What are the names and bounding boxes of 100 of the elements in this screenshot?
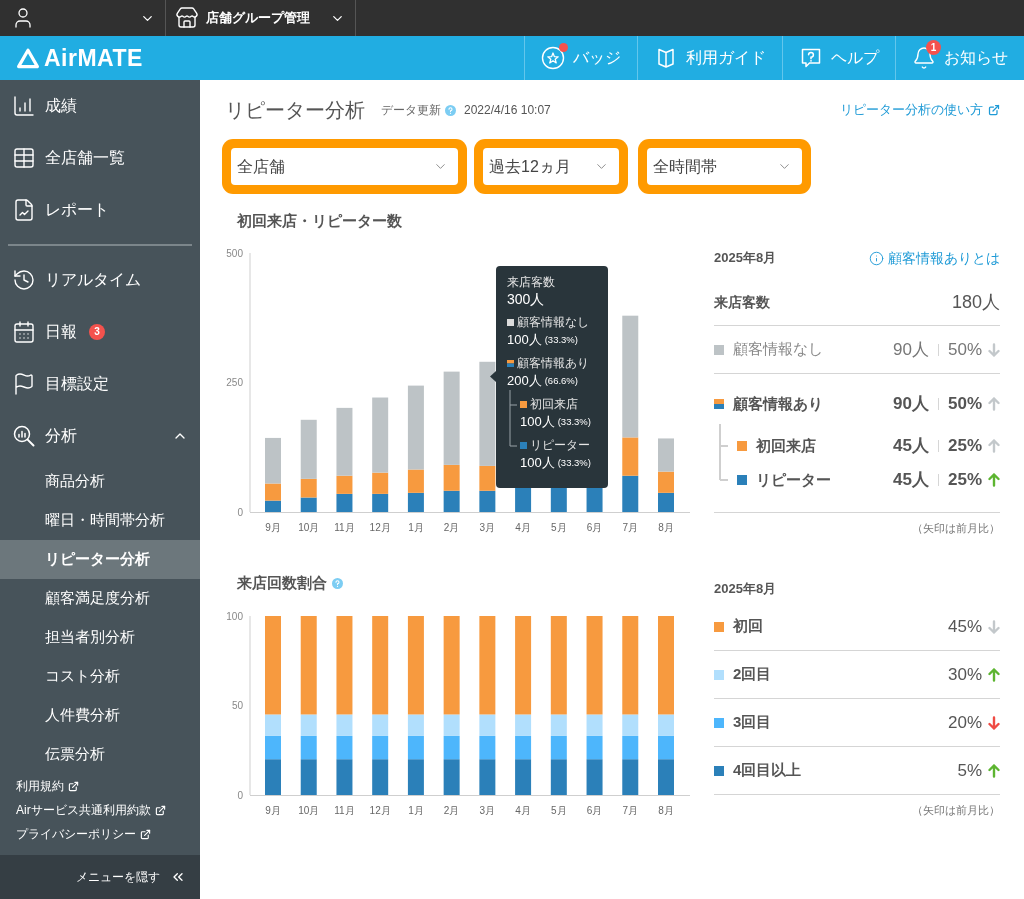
footer-link[interactable]: プライバシーポリシー <box>16 822 151 846</box>
tick-label: 6月 <box>586 522 603 533</box>
sidebar-item[interactable]: 日報 3 <box>0 306 200 358</box>
filter-dropdown[interactable]: 全時間帯 <box>647 148 802 185</box>
sidebar-item[interactable]: 目標設定 <box>0 358 200 410</box>
filter-dropdown[interactable]: 全店舗 <box>231 148 458 185</box>
tick-label: 11月 <box>334 522 355 533</box>
tooltip-label: 顧客情報あり <box>517 356 589 371</box>
bar-segment <box>622 475 639 512</box>
sidebar-subitem[interactable]: リピーター分析 <box>0 540 200 579</box>
tooltip-share: (33.3%) <box>544 333 578 347</box>
tooltip-label: 初回来店 <box>530 397 578 412</box>
sidebar-subitem[interactable]: 伝票分析 <box>0 735 200 774</box>
row-label: 顧客情報なし <box>733 339 823 360</box>
tick-label: 4月 <box>515 805 531 815</box>
tick-label: 0 <box>237 789 243 801</box>
tooltip-share: (66.6%) <box>544 374 578 388</box>
sidebar-subitem[interactable]: 人件費分析 <box>0 696 200 735</box>
share-value: 5% <box>957 759 982 782</box>
tick-label: 50 <box>231 700 243 711</box>
tick-label: 7月 <box>622 522 639 533</box>
tick-label: 3月 <box>479 522 496 533</box>
help-icon[interactable] <box>445 104 456 116</box>
tick-label: 0 <box>237 506 243 518</box>
update-label: データ更新 <box>381 102 441 119</box>
tick-label: 2月 <box>443 805 460 815</box>
tooltip-share: (33.3%) <box>557 415 591 429</box>
sidebar-subitem[interactable]: 顧客満足度分析 <box>0 579 200 618</box>
tick-label: 12月 <box>369 522 391 533</box>
row-label: 3回目 <box>733 712 772 733</box>
share-value: 30% <box>947 663 982 686</box>
sidebar-item[interactable]: リアルタイム <box>0 254 200 306</box>
tick-label: 10月 <box>298 805 320 815</box>
sidebar-item[interactable]: 分析 <box>0 410 200 462</box>
bar-chart-icon <box>12 94 36 118</box>
external-link-icon <box>988 104 1000 116</box>
tick-label: 11月 <box>334 805 355 815</box>
tooltip-value: 100人 <box>520 413 555 431</box>
row-label: 初回来店 <box>756 435 816 456</box>
bar-segment <box>550 486 567 512</box>
sidebar-subitem[interactable]: 商品分析 <box>0 462 200 501</box>
tick-label: 6月 <box>586 805 603 815</box>
sidebar-item[interactable]: 全店舗一覧 <box>0 132 200 184</box>
tick-label: 7月 <box>622 805 639 815</box>
magnifier-chart-icon <box>12 424 36 448</box>
store-icon <box>175 6 199 30</box>
tick-label: 1月 <box>408 522 424 533</box>
notification-badge: 1 <box>926 40 941 55</box>
logo-triangle-icon <box>16 47 40 69</box>
count-badge: 3 <box>89 324 105 340</box>
count-value: 90人 <box>893 393 929 416</box>
tick-label: 3月 <box>479 805 496 815</box>
footer-link[interactable]: Airサービス共通利用約款 <box>16 798 166 822</box>
sidebar-item[interactable]: レポート <box>0 184 200 236</box>
flag-icon <box>12 372 36 396</box>
row-label: リピーター <box>756 469 831 490</box>
calendar-icon <box>12 320 36 344</box>
tick-label: 8月 <box>658 522 674 533</box>
summary-month: 2025年8月 <box>714 580 777 599</box>
tooltip-total: 300人 <box>507 290 546 308</box>
section-title: 来店回数割合 <box>237 574 327 592</box>
total-label: 来店客数 <box>714 293 770 312</box>
sidebar-subitem[interactable]: 曜日・時間帯分析 <box>0 501 200 540</box>
table-icon <box>12 146 36 170</box>
tick-label: 250 <box>226 377 243 388</box>
external-link-icon <box>140 828 151 840</box>
tooltip-label: 顧客情報なし <box>517 315 589 330</box>
help-icon <box>799 46 823 70</box>
bar-segment <box>443 490 460 512</box>
tick-label: 2月 <box>443 522 460 533</box>
sidebar-subitem[interactable]: コスト分析 <box>0 657 200 696</box>
help-icon[interactable] <box>332 577 343 589</box>
tooltip-value: 100人 <box>520 454 555 472</box>
bar-segment <box>407 492 424 512</box>
share-value: 50% <box>947 393 982 416</box>
tick-label: 10月 <box>298 522 320 533</box>
row-label: 顧客情報あり <box>733 393 823 414</box>
tick-label: 500 <box>226 247 243 259</box>
filter-dropdown[interactable]: 過去12ヵ月 <box>483 148 619 185</box>
row-label: 2回目 <box>733 664 772 685</box>
split-swatch-icon <box>714 399 724 409</box>
document-chart-icon <box>12 198 36 222</box>
tooltip-value: 100人 <box>507 331 542 349</box>
tick-label: 1月 <box>408 805 424 815</box>
page-title: リピーター分析 <box>225 98 365 123</box>
share-value: 25% <box>947 435 982 458</box>
tick-label: 4月 <box>515 522 531 533</box>
share-value: 25% <box>947 469 982 492</box>
tooltip-share: (33.3%) <box>557 456 591 470</box>
tick-label: 9月 <box>265 805 281 815</box>
sidebar-item[interactable]: 成績 <box>0 80 200 132</box>
star-badge-icon <box>541 46 565 70</box>
tick-label: 100 <box>226 610 243 622</box>
info-icon <box>869 250 884 266</box>
tick-label: 5月 <box>551 522 567 533</box>
footer-link[interactable]: 利用規約 <box>16 774 79 798</box>
hide-menu-button[interactable]: メニューを隠す <box>0 855 200 899</box>
row-label: 初回 <box>733 616 763 637</box>
sidebar-subitem[interactable]: 担当者別分析 <box>0 618 200 657</box>
section-title: 初回来店・リピーター数 <box>237 212 402 230</box>
